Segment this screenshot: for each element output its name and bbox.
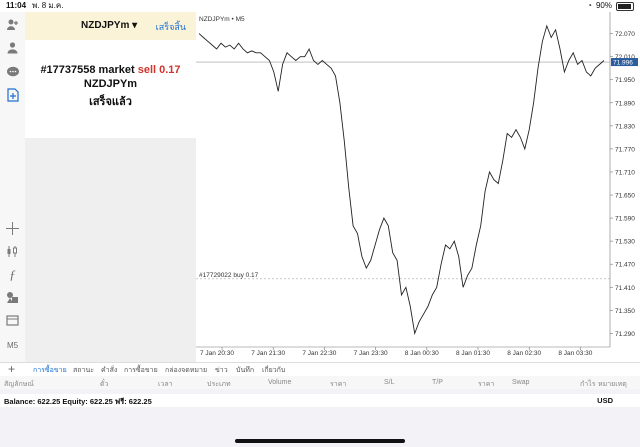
tab-history[interactable]: การซื้อขาย (124, 365, 158, 376)
table-header: สัญลักษณ์ ตั๋ว เวลา ประเภท Volume ราคา S… (0, 376, 640, 389)
chat-icon[interactable] (4, 63, 21, 80)
y-tick-label: 71.770 (615, 146, 635, 153)
order-level-label: #17729022 buy 0.17 (199, 272, 259, 279)
col-price2: ราคา (478, 381, 495, 388)
objects-icon[interactable] (4, 289, 21, 306)
y-tick-label: 71.410 (615, 285, 635, 292)
x-tick-label: 8 Jan 02:30 (507, 350, 541, 357)
x-axis: 7 Jan 20:30 7 Jan 21:30 7 Jan 22:30 7 Jan 2… (196, 346, 610, 357)
status-bar: 11:04 พ. 8 ม.ค. ◔ 90% (0, 0, 640, 12)
price-chart[interactable]: NZDJPYm • M5 72.070 72.010 71.950 71.890 71.… (196, 12, 640, 362)
chart-label: NZDJPYm • M5 (199, 16, 245, 23)
tab-journal[interactable]: บันทึก (236, 365, 254, 376)
bottom-tabs: + การซื้อขาย สถานะ คำสั่ง การซื้อขาย กล่… (0, 362, 640, 377)
symbol-selector[interactable]: NZDJPYm ▾ (81, 20, 137, 31)
y-tick-label: 71.650 (615, 193, 635, 200)
y-tick-label: 71.470 (615, 262, 635, 269)
y-tick-label: 71.290 (615, 331, 635, 338)
status-right: ◔ 90% (587, 0, 634, 12)
current-price-value: 71.996 (613, 59, 633, 66)
order-summary: #17737558 market sell 0.17 (25, 40, 196, 76)
x-tick-label: 8 Jan 03:30 (558, 350, 592, 357)
col-profit: กำไร (580, 381, 596, 388)
y-tick-label: 71.830 (615, 123, 635, 130)
y-tick-label: 71.890 (615, 100, 635, 107)
price-series-line (198, 24, 605, 336)
status-time: 11:04 (6, 1, 27, 10)
y-tick-label: 71.350 (615, 308, 635, 315)
wifi-icon: ◔ (587, 1, 592, 10)
y-tick-label: 71.950 (615, 77, 635, 84)
tab-about[interactable]: เกี่ยวกับ (262, 365, 285, 376)
order-result-card: #17737558 market sell 0.17 NZDJPYm เสร็จ… (25, 40, 196, 138)
balance-text: Balance: 622.25 Equity: 622.25 ฟรี: 622.… (4, 397, 152, 406)
balance-currency: USD (597, 396, 613, 405)
battery-icon (616, 1, 634, 11)
col-swap: Swap (512, 379, 530, 386)
timeframe-button[interactable]: M5 (4, 337, 21, 354)
x-tick-label: 8 Jan 01:30 (456, 350, 490, 357)
col-volume: Volume (268, 379, 292, 386)
tab-news[interactable]: ข่าว (215, 365, 228, 376)
col-symbol: สัญลักษณ์ (4, 381, 34, 388)
chart-canvas[interactable]: NZDJPYm • M5 72.07072.01071.95071.89071.… (196, 12, 640, 362)
tab-orders[interactable]: คำสั่ง (101, 365, 117, 376)
order-side: sell (137, 64, 157, 76)
indicator-f-icon[interactable]: ƒ (4, 266, 21, 283)
y-tick-label: 71.710 (615, 169, 635, 176)
x-tick-label: 7 Jan 21:30 (251, 350, 285, 357)
candles-icon[interactable] (4, 243, 21, 260)
y-tick-label: 71.530 (615, 239, 635, 246)
x-tick-label: 7 Jan 23:30 (354, 350, 388, 357)
battery-percent: 90% (595, 1, 612, 10)
col-ticket: ตั๋ว (100, 381, 109, 388)
col-type: ประเภท (207, 381, 231, 388)
order-status: เสร็จแล้ว (89, 96, 132, 108)
x-tick-label: 7 Jan 20:30 (200, 350, 234, 357)
new-order-icon[interactable] (4, 86, 21, 103)
crosshair-icon[interactable] (4, 220, 21, 237)
user-add-icon[interactable] (4, 16, 21, 33)
order-volume: 0.17 (159, 64, 181, 76)
template-icon[interactable] (4, 312, 21, 329)
add-icon[interactable]: + (8, 362, 15, 376)
done-button[interactable]: เสร็จสิ้น (156, 20, 186, 34)
left-toolbar: ƒ M5 (0, 12, 26, 362)
tab-mailbox[interactable]: กล่องจดหมาย (165, 365, 207, 376)
home-indicator[interactable] (235, 439, 405, 443)
col-price: ราคา (330, 381, 347, 388)
panel-header: NZDJPYm ▾ เสร็จสิ้น (25, 12, 196, 40)
x-tick-label: 7 Jan 22:30 (302, 350, 336, 357)
status-date: พ. 8 ม.ค. (32, 1, 64, 10)
col-comment: หมายเหตุ (598, 381, 627, 388)
x-tick-label: 8 Jan 00:30 (405, 350, 439, 357)
y-tick-label: 72.070 (615, 31, 635, 38)
balance-row: Balance: 622.25 Equity: 622.25 ฟรี: 622.… (0, 394, 640, 407)
order-panel: NZDJPYm ▾ เสร็จสิ้น #17737558 market sel… (25, 12, 197, 362)
account-icon[interactable] (4, 39, 21, 56)
col-time: เวลา (158, 381, 173, 388)
col-tp: T/P (432, 379, 443, 386)
tab-positions[interactable]: สถานะ (73, 365, 94, 376)
col-sl: S/L (384, 379, 395, 386)
order-id: #17737558 market (40, 64, 135, 76)
y-tick-label: 71.590 (615, 216, 635, 223)
order-symbol: NZDJPYm (83, 78, 138, 90)
